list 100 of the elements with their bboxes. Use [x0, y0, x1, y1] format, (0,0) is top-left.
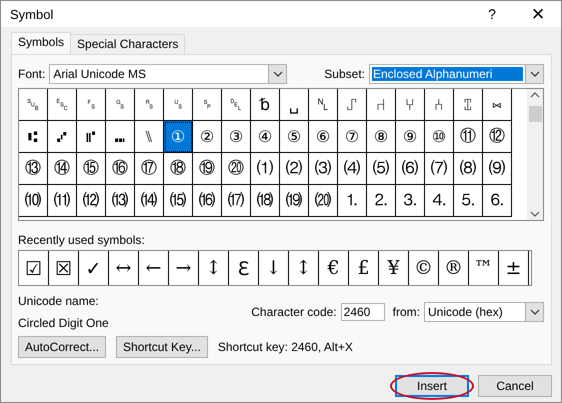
recent-symbol-cell[interactable]: ↔ — [109, 251, 139, 285]
tab[interactable]: Symbols — [11, 32, 72, 54]
symbol-cell[interactable]: ⑅ — [483, 89, 512, 121]
symbol-cell[interactable]: ⒊ — [396, 185, 425, 217]
recent-symbol-cell[interactable]: ™ — [469, 251, 499, 285]
dialog-button[interactable]: AutoCorrect... — [18, 336, 106, 358]
symbol-cell[interactable]: ⑴ — [251, 153, 280, 185]
symbol-cell[interactable]: ␠ — [193, 89, 222, 121]
symbol-cell[interactable]: ⑱ — [164, 153, 193, 185]
recent-symbol-cell[interactable]: → — [169, 251, 199, 285]
symbol-cell[interactable]: ⒈ — [338, 185, 367, 217]
character-code-field[interactable]: 2460 — [340, 303, 385, 321]
recent-symbol-cell[interactable]: ↕ — [199, 251, 229, 285]
recent-symbol-cell[interactable]: © — [409, 251, 439, 285]
symbol-cell[interactable]: ⑨ — [396, 121, 425, 153]
dialog-button[interactable]: Cancel — [478, 375, 552, 397]
scroll-down-icon[interactable] — [530, 211, 540, 217]
subset-dropdown[interactable]: Enclosed Alphanumeri — [369, 64, 544, 84]
symbol-cell[interactable]: ⒍ — [483, 185, 512, 217]
recent-symbol-cell[interactable]: ✓ — [79, 251, 109, 285]
dropdown-arrow-button[interactable] — [268, 65, 286, 83]
recent-symbol-cell[interactable]: ® — [439, 251, 469, 285]
from-dropdown[interactable]: Unicode (hex) — [424, 302, 544, 322]
symbol-cell[interactable]: ⒂ — [164, 185, 193, 217]
symbol-cell[interactable]: ① — [164, 121, 193, 153]
symbol-cell[interactable]: ③ — [222, 121, 251, 153]
recent-symbol-cell[interactable]: ± — [499, 251, 529, 285]
symbol-cell[interactable]: ␤ — [309, 89, 338, 121]
close-button[interactable]: × — [515, 1, 561, 27]
dialog-button[interactable]: Insert — [395, 375, 469, 397]
symbol-cell[interactable]: ⑶ — [309, 153, 338, 185]
symbol-cell[interactable]: ⒀ — [106, 185, 135, 217]
font-dropdown[interactable]: Arial Unicode MS — [49, 64, 288, 84]
recent-symbol-cell[interactable]: ↓ — [259, 251, 289, 285]
symbol-cell[interactable]: ␣ — [280, 89, 309, 121]
symbol-cell[interactable]: ␚ — [19, 89, 48, 121]
symbol-cell[interactable]: ⒅ — [251, 185, 280, 217]
symbol-cell[interactable]: ⑃ — [425, 89, 454, 121]
dialog-button[interactable]: Shortcut Key... — [116, 336, 208, 358]
symbol-cell[interactable]: ␡ — [222, 89, 251, 121]
symbol-cell[interactable]: ⑽ — [19, 185, 48, 217]
symbol-cell[interactable]: ⑁ — [367, 89, 396, 121]
symbol-cell[interactable]: ⑀ — [338, 89, 367, 121]
symbol-cell[interactable]: ⑭ — [48, 153, 77, 185]
recent-symbol-cell[interactable]: ↕ — [289, 251, 319, 285]
symbol-cell[interactable]: ⑼ — [483, 153, 512, 185]
symbol-cell[interactable]: ⑮ — [77, 153, 106, 185]
help-button[interactable]: ? — [469, 6, 515, 22]
dropdown-arrow-button[interactable] — [525, 303, 543, 321]
symbol-cell[interactable]: ⒆ — [280, 185, 309, 217]
dropdown-arrow-button[interactable] — [525, 65, 543, 83]
symbol-cell[interactable]: ⑹ — [396, 153, 425, 185]
symbol-cell[interactable]: ⒁ — [135, 185, 164, 217]
recent-symbol-cell[interactable]: € — [319, 251, 349, 285]
recent-symbol-cell[interactable]: ℇ — [229, 251, 259, 285]
symbol-cell[interactable]: ⑆ — [19, 121, 48, 153]
symbol-cell[interactable]: ⒇ — [309, 185, 338, 217]
symbol-cell[interactable]: ⑇ — [48, 121, 77, 153]
recent-symbol-cell[interactable]: ¥ — [379, 251, 409, 285]
symbol-cell[interactable]: ⑷ — [338, 153, 367, 185]
symbol-cell[interactable]: ⑰ — [135, 153, 164, 185]
symbol-cell[interactable]: ⑯ — [106, 153, 135, 185]
symbol-cell[interactable]: ② — [193, 121, 222, 153]
symbol-cell[interactable]: ⑸ — [367, 153, 396, 185]
symbol-cell[interactable]: ⑾ — [48, 185, 77, 217]
symbol-cell[interactable]: ⑤ — [280, 121, 309, 153]
recent-symbol-cell[interactable]: ← — [139, 251, 169, 285]
symbol-cell[interactable]: ⑵ — [280, 153, 309, 185]
recent-symbol-cell[interactable]: ☑ — [19, 251, 49, 285]
tab[interactable]: Special Characters — [70, 34, 186, 54]
recent-symbol-cell[interactable]: £ — [349, 251, 379, 285]
symbol-cell[interactable]: ⑈ — [77, 121, 106, 153]
symbol-cell[interactable]: ⑥ — [309, 121, 338, 153]
symbol-cell[interactable]: ␛ — [48, 89, 77, 121]
symbol-cell[interactable]: ⒋ — [425, 185, 454, 217]
symbol-cell[interactable]: ⑂ — [396, 89, 425, 121]
symbol-cell[interactable]: ⑦ — [338, 121, 367, 153]
symbol-cell[interactable]: ⑧ — [367, 121, 396, 153]
symbol-cell[interactable]: ⑉ — [106, 121, 135, 153]
symbol-cell[interactable]: ⑫ — [483, 121, 512, 153]
symbol-cell[interactable]: ⑲ — [193, 153, 222, 185]
symbol-cell[interactable]: ⑩ — [425, 121, 454, 153]
symbol-cell[interactable]: ␝ — [106, 89, 135, 121]
symbol-cell[interactable]: ⒃ — [193, 185, 222, 217]
scroll-up-icon[interactable] — [530, 92, 540, 98]
symbol-cell[interactable]: ␢ — [251, 89, 280, 121]
symbol-cell[interactable]: ⑄ — [454, 89, 483, 121]
symbol-cell[interactable]: ⑬ — [19, 153, 48, 185]
symbol-cell[interactable]: ⒌ — [454, 185, 483, 217]
symbol-cell[interactable]: ␜ — [77, 89, 106, 121]
symbol-cell[interactable]: ④ — [251, 121, 280, 153]
recent-symbol-cell[interactable]: ☒ — [49, 251, 79, 285]
symbol-cell[interactable]: ⒄ — [222, 185, 251, 217]
symbol-cell[interactable]: ⑺ — [425, 153, 454, 185]
scrollbar[interactable] — [527, 89, 543, 220]
symbol-cell[interactable]: ␞ — [135, 89, 164, 121]
symbol-cell[interactable]: ⑪ — [454, 121, 483, 153]
symbol-cell[interactable]: ⑿ — [77, 185, 106, 217]
symbol-cell[interactable]: ⒉ — [367, 185, 396, 217]
symbol-cell[interactable]: ⑻ — [454, 153, 483, 185]
